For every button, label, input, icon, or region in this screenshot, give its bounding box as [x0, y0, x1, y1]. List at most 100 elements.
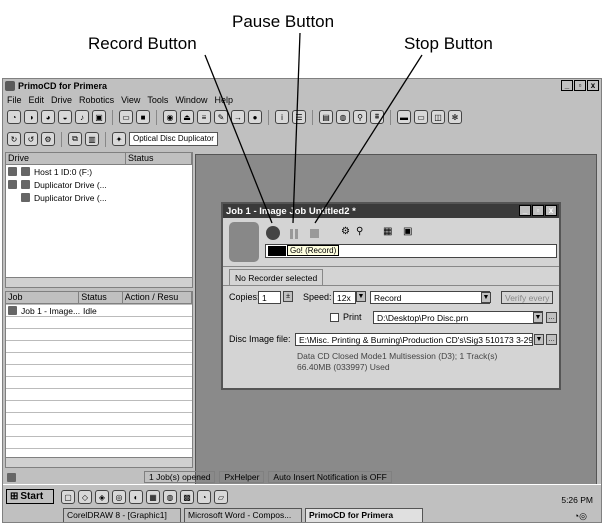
tab-recorder[interactable]: No Recorder selected — [229, 269, 323, 285]
quicklaunch-5-icon[interactable]: ◐ — [129, 490, 143, 504]
col-job-status[interactable]: Status — [79, 292, 123, 303]
disc-image-select[interactable]: E:\Misc. Printing & Burning\Production C… — [295, 333, 533, 346]
jobs-scrollbar[interactable] — [6, 457, 192, 467]
job-row[interactable]: Job 1 - Image... Idle — [6, 304, 192, 317]
erase-icon[interactable]: ≡ — [197, 110, 211, 124]
start-button[interactable]: ⊞ Start — [6, 489, 54, 504]
print-file-select[interactable]: D:\Desktop\Pro Disc.prn — [373, 311, 543, 324]
task-coreldraw[interactable]: CorelDRAW 8 - [Graphic1] — [63, 508, 181, 522]
close-button[interactable]: x — [587, 80, 599, 91]
speed-select[interactable]: 12x — [333, 291, 356, 304]
go-icon[interactable]: ◉ — [163, 110, 177, 124]
print-browse-button[interactable]: … — [546, 312, 557, 323]
dialog-minimize-button[interactable]: _ — [519, 205, 531, 216]
menu-robotics[interactable]: Robotics — [79, 95, 114, 105]
eject-icon[interactable]: ⏏ — [180, 110, 194, 124]
robot-icon[interactable]: ⚙ — [41, 132, 55, 146]
save-icon[interactable]: ■ — [136, 110, 150, 124]
copy-disc-icon[interactable]: ◑ — [24, 110, 38, 124]
col-status[interactable]: Status — [126, 153, 192, 164]
disc-info-line1: Data CD Closed Mode1 Multisession (D3); … — [297, 351, 498, 361]
settings-icon[interactable]: ✻ — [448, 110, 462, 124]
copies-stepper[interactable]: ± — [283, 291, 293, 302]
open-icon[interactable]: ▭ — [119, 110, 133, 124]
image-browse-button[interactable]: … — [546, 334, 557, 345]
arrow-right-icon[interactable]: → — [231, 110, 245, 124]
quicklaunch-4-icon[interactable]: ◎ — [112, 490, 126, 504]
status-helper: PxHelper — [219, 471, 265, 483]
video-disc-icon[interactable]: ▣ — [92, 110, 106, 124]
menu-file[interactable]: File — [7, 95, 22, 105]
minimize-button[interactable]: _ — [561, 80, 573, 91]
copies-input[interactable]: 1 — [258, 291, 281, 304]
drive-item[interactable]: Duplicator Drive (... — [6, 191, 192, 204]
col-action[interactable]: Action / Resu — [123, 292, 192, 303]
clock: 5:26 PM — [561, 495, 593, 505]
menu-tools[interactable]: Tools — [147, 95, 168, 105]
layout-1-icon[interactable]: ▬ — [397, 110, 411, 124]
image-dropdown-icon[interactable]: ▼ — [534, 334, 544, 345]
drive-item[interactable]: Duplicator Drive (... — [6, 178, 192, 191]
quicklaunch-3-icon[interactable]: ◈ — [95, 490, 109, 504]
device-select[interactable]: Optical Disc Duplicator — [129, 132, 218, 146]
quicklaunch-7-icon[interactable]: ◍ — [163, 490, 177, 504]
layout-3-icon[interactable]: ◫ — [431, 110, 445, 124]
maximize-button[interactable]: ▫ — [574, 80, 586, 91]
quicklaunch-10-icon[interactable]: ▱ — [214, 490, 228, 504]
quicklaunch-2-icon[interactable]: ◇ — [78, 490, 92, 504]
refresh-icon[interactable]: ↻ — [7, 132, 21, 146]
col-job[interactable]: Job — [6, 292, 80, 303]
dialog-tool-2-icon[interactable]: ⚲ — [356, 226, 363, 237]
quicklaunch-8-icon[interactable]: ▩ — [180, 490, 194, 504]
menu-help[interactable]: Help — [214, 95, 233, 105]
tools-icon[interactable]: ✎ — [214, 110, 228, 124]
col-drive[interactable]: Drive — [6, 153, 126, 164]
verify-select[interactable]: Verify every — [501, 291, 553, 304]
speed-dropdown-icon[interactable]: ▼ — [356, 291, 366, 302]
drives-scrollbar[interactable] — [6, 277, 192, 287]
menu-bar: File Edit Drive Robotics View Tools Wind… — [3, 93, 601, 107]
menu-edit[interactable]: Edit — [29, 95, 45, 105]
print-checkbox[interactable] — [330, 313, 339, 322]
dialog-tool-3-icon[interactable]: ▦ — [383, 226, 392, 237]
duplicator-icon[interactable]: ✦ — [112, 132, 126, 146]
refresh-all-icon[interactable]: ↺ — [24, 132, 38, 146]
list-icon[interactable]: ☰ — [292, 110, 306, 124]
app-title: PrimoCD for Primera — [18, 81, 108, 91]
menu-drive[interactable]: Drive — [51, 95, 72, 105]
record-button[interactable] — [266, 226, 280, 240]
new-disc-icon[interactable]: ◔ — [7, 110, 21, 124]
dialog-tool-1-icon[interactable]: ⚙ — [341, 226, 350, 237]
copies-label: Copies: — [229, 292, 260, 302]
quicklaunch-1-icon[interactable]: ▢ — [61, 490, 75, 504]
pause-button[interactable] — [290, 229, 300, 239]
layout-2-icon[interactable]: ▭ — [414, 110, 428, 124]
image-disc-icon[interactable]: ◕ — [41, 110, 55, 124]
dialog-tool-4-icon[interactable]: ▣ — [403, 226, 412, 237]
quicklaunch-9-icon[interactable]: ◔ — [197, 490, 211, 504]
menu-window[interactable]: Window — [175, 95, 207, 105]
audio-disc-icon[interactable]: ♪ — [75, 110, 89, 124]
print-dropdown-icon[interactable]: ▼ — [533, 312, 543, 323]
info-icon[interactable]: i — [275, 110, 289, 124]
dialog-maximize-button[interactable]: ▫ — [532, 205, 544, 216]
monitor-icon[interactable]: ▤ — [319, 110, 333, 124]
copy-icon[interactable]: ⧉ — [68, 132, 82, 146]
mode-select[interactable]: Record — [370, 291, 490, 304]
drive-item[interactable]: Host 1 ID:0 (F:) — [6, 165, 192, 178]
menu-view[interactable]: View — [121, 95, 140, 105]
stop-button[interactable] — [310, 229, 319, 238]
record-dot-icon[interactable]: ● — [248, 110, 262, 124]
dialog-title: Job 1 - Image Job Untitled2 * — [226, 205, 356, 217]
zoom-icon[interactable]: ⚲ — [353, 110, 367, 124]
data-disc-icon[interactable]: ◒ — [58, 110, 72, 124]
mode-dropdown-icon[interactable]: ▼ — [481, 292, 491, 303]
disc-icon[interactable]: ◍ — [336, 110, 350, 124]
job-dialog: Job 1 - Image Job Untitled2 * _ ▫ x ⚙ ⚲ … — [221, 202, 561, 390]
task-word[interactable]: Microsoft Word - Compos... — [184, 508, 302, 522]
computer-icon[interactable]: ▥ — [85, 132, 99, 146]
task-primocd[interactable]: PrimoCD for Primera — [305, 508, 423, 522]
dialog-close-button[interactable]: x — [545, 205, 557, 216]
quicklaunch-6-icon[interactable]: ▦ — [146, 490, 160, 504]
chart-icon[interactable]: ⩩ — [370, 110, 384, 124]
